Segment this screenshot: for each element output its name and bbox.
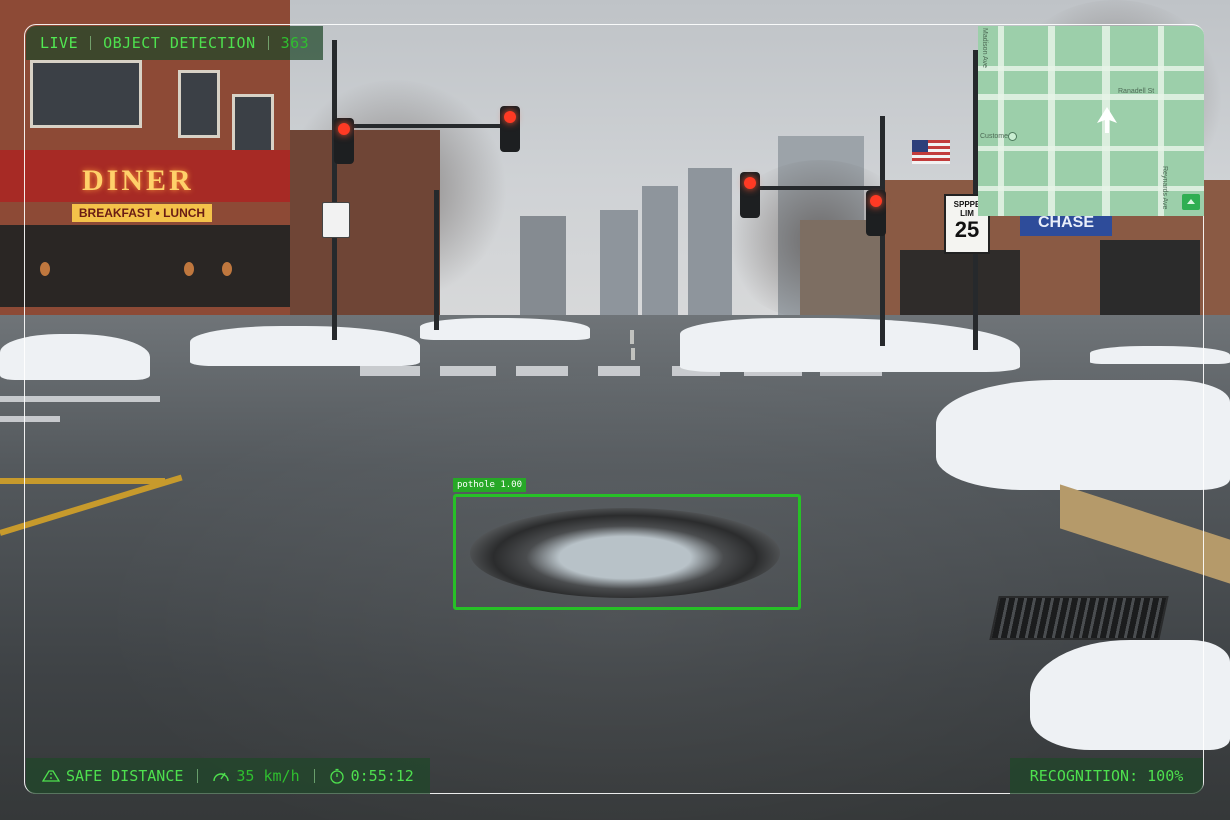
map-expand-button[interactable] [1182,194,1200,210]
safe-distance-label: SAFE DISTANCE [66,767,184,785]
map-street-label: Madison Ave [981,28,988,68]
map-street-label: Reynards Ave [1161,166,1168,210]
stopwatch-icon [329,768,344,784]
divider [90,36,92,50]
map-street [978,94,1204,100]
navigation-arrow-icon [1097,107,1117,133]
mode-label: OBJECT DETECTION [103,34,256,52]
detection-bounding-box[interactable] [453,494,801,610]
speed-indicator: 35 km/h [212,767,300,785]
speed-value: 35 km/h [236,767,300,785]
hud-telemetry-bar: SAFE DISTANCE 35 km/h 0:55:12 [26,758,430,794]
recognition-rate: RECOGNITION: 100% [1010,758,1203,794]
map-street [978,186,1204,191]
elapsed-time-indicator: 0:55:12 [329,767,414,785]
hud-status-bar: LIVE OBJECT DETECTION 363 [26,26,324,60]
road-icon [42,770,60,782]
divider [267,36,269,50]
map-street [978,66,1204,71]
safe-distance-indicator: SAFE DISTANCE [42,767,183,785]
divider [197,769,199,783]
map-street [978,146,1204,151]
elapsed-time-value: 0:55:12 [350,767,414,785]
detection-label: pothole 1.00 [453,478,527,492]
minimap[interactable]: Madison Ave Ranadell St Reynards Ave Cus… [978,26,1204,216]
map-poi-label: Custome [980,133,1009,140]
map-poi-marker [1008,132,1017,141]
speedometer-icon [213,772,230,782]
frame-counter: 363 [280,34,310,52]
map-street-label: Ranadell St [1118,88,1155,95]
live-indicator: LIVE [40,34,79,52]
divider [313,769,315,783]
